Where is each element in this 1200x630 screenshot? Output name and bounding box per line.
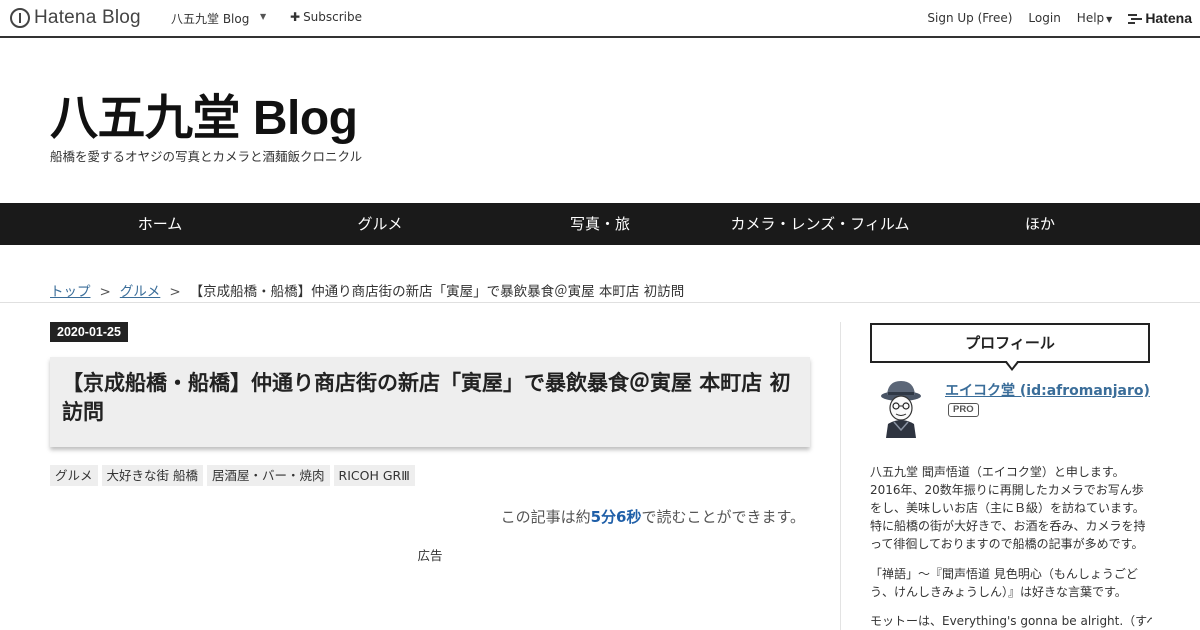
profile-name-link[interactable]: エイコク堂 (id:afromanjaro)	[945, 380, 1150, 400]
topbar-blog-name[interactable]: 八五九堂 Blog	[171, 10, 249, 27]
nav-item-other[interactable]: ほか	[930, 203, 1150, 245]
plus-icon: ✚	[290, 10, 301, 24]
article-title[interactable]: 【京成船橋・船橋】仲通り商店街の新店「寅屋」で暴飲暴食＠寅屋 本町店 初訪問	[62, 369, 798, 427]
breadcrumb-divider	[0, 302, 1200, 303]
nav-item-home[interactable]: ホーム	[50, 203, 270, 245]
profile-text-zen: 「禅語」～『聞声悟道 見色明心（もんしょうごどう、けんしきみょうしん）』は好きな…	[870, 567, 1138, 599]
help-label: Help	[1076, 11, 1105, 25]
hatena-logo-icon	[10, 8, 30, 28]
nav-item-camera[interactable]: カメラ・レンズ・フィルム	[710, 203, 930, 245]
breadcrumb: トップ > グルメ > 【京成船橋・船橋】仲通り商店街の新店「寅屋」で暴飲暴食＠寅屋 本…	[50, 280, 684, 300]
nav-item-gourmet[interactable]: グルメ	[270, 203, 490, 245]
hatena-blog-logo[interactable]: Hatena Blog	[10, 7, 141, 29]
blog-description: 船橋を愛するオヤジの写真とカメラと酒麺飯クロニクル	[50, 149, 363, 164]
breadcrumb-separator: >	[169, 284, 181, 300]
reading-time-value: 5分6秒	[590, 508, 642, 526]
login-link[interactable]: Login	[1028, 11, 1060, 25]
global-nav: ホーム グルメ 写真・旅 カメラ・レンズ・フィルム ほか	[0, 203, 1200, 245]
subscribe-button[interactable]: ✚ Subscribe	[290, 10, 362, 24]
nav-item-photo-travel[interactable]: 写真・旅	[490, 203, 710, 245]
help-caret-icon: ▼	[1106, 15, 1113, 24]
pro-badge: PRO	[948, 403, 979, 417]
profile-heading: プロフィール	[870, 323, 1150, 363]
breadcrumb-category-link[interactable]: グルメ	[120, 284, 161, 300]
blog-menu-caret-icon[interactable]: ▼	[260, 12, 266, 21]
article-date[interactable]: 2020-01-25	[50, 322, 128, 342]
tag-link[interactable]: RICOH GRⅢ	[333, 465, 415, 486]
ad-label: 広告	[417, 548, 443, 563]
help-menu[interactable]: Help ▼	[1077, 11, 1113, 25]
profile-heading-arrow-inner	[1006, 360, 1018, 368]
breadcrumb-top-link[interactable]: トップ	[50, 284, 91, 300]
topbar-right-links: Sign Up (Free) Login Help ▼ Hatena	[911, 10, 1192, 26]
reading-time-suffix: で読むことができます。	[641, 508, 805, 526]
breadcrumb-separator: >	[99, 284, 111, 300]
hatena-mark-icon	[1128, 13, 1143, 24]
article-title-box: 【京成船橋・船橋】仲通り商店街の新店「寅屋」で暴飲暴食＠寅屋 本町店 初訪問	[50, 357, 810, 447]
reading-time: この記事は約5分6秒で読むことができます。	[0, 506, 805, 527]
profile-text-intro: 八五九堂 聞声悟道（エイコク堂）と申します。2016年、20数年振りに再開したカ…	[870, 465, 1146, 551]
article-tags: グルメ 大好きな街 船橋 居酒屋・バー・焼肉 RICOH GRⅢ	[50, 465, 415, 486]
column-divider	[840, 322, 841, 630]
avatar[interactable]	[870, 378, 932, 440]
tag-link[interactable]: 居酒屋・バー・焼肉	[207, 465, 330, 486]
breadcrumb-current: 【京成船橋・船橋】仲通り商店街の新店「寅屋」で暴飲暴食＠寅屋 本町店 初訪問	[189, 284, 685, 300]
tag-link[interactable]: 大好きな街 船橋	[101, 465, 203, 486]
hatena-topbar: Hatena Blog 八五九堂 Blog ▼ ✚ Subscribe Sign …	[0, 0, 1200, 38]
reading-time-prefix: この記事は約	[500, 508, 591, 526]
tag-link[interactable]: グルメ	[50, 465, 98, 486]
hatena-label: Hatena	[1145, 10, 1192, 26]
signup-link[interactable]: Sign Up (Free)	[927, 11, 1012, 25]
hatena-home-link[interactable]: Hatena	[1128, 10, 1192, 26]
subscribe-label: Subscribe	[303, 10, 363, 24]
profile-text-motto: モットーは、Everything's gonna be alright.（すべ	[870, 614, 1152, 628]
blog-title[interactable]: 八五九堂 Blog	[50, 78, 358, 148]
hatena-blog-logo-text: Hatena Blog	[34, 7, 141, 28]
